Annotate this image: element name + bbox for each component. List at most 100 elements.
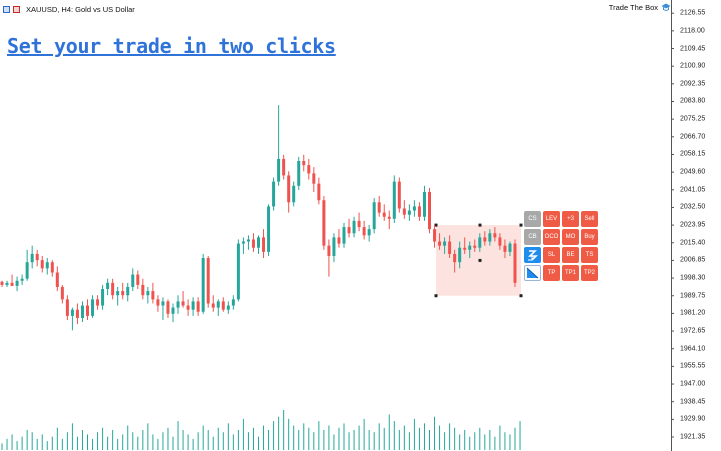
candle-body: [136, 274, 140, 285]
panel-button-3[interactable]: +3: [562, 211, 579, 227]
price-label: 2126.55: [680, 9, 706, 17]
candle-body: [40, 260, 44, 269]
candle-body: [317, 183, 321, 201]
panel-button-label: TP2: [583, 270, 595, 276]
candle-body: [503, 245, 507, 252]
panel-button-label: BE: [566, 252, 575, 258]
candle-body: [25, 262, 29, 279]
candle-body: [387, 216, 391, 219]
candle-body: [60, 286, 64, 300]
price-label: 2100.90: [680, 62, 706, 70]
candle-body: [297, 160, 301, 186]
candle-body: [402, 208, 406, 215]
chart-icon[interactable]: [13, 5, 20, 13]
candle-body: [126, 286, 130, 296]
candle-body: [161, 301, 165, 306]
candle-body: [267, 206, 271, 252]
candle-body: [417, 206, 421, 217]
candle-body: [226, 305, 230, 310]
candle-body: [141, 284, 145, 296]
panel-button-lev[interactable]: LEV: [543, 211, 560, 227]
box-handle[interactable]: [478, 223, 482, 227]
candle-body: [86, 305, 89, 316]
candle-body: [322, 200, 326, 246]
panel-button-label: OCO: [544, 234, 559, 240]
candle-body: [116, 291, 120, 296]
candle-body: [246, 239, 250, 242]
price-label: 1921.35: [680, 433, 706, 441]
candle-body: [392, 181, 396, 219]
panel-button-ts[interactable]: TS: [581, 247, 598, 263]
candle-body: [186, 305, 190, 310]
panel-button-tp1[interactable]: TP1: [562, 265, 579, 281]
candle-body: [372, 202, 376, 230]
panel-button-label: TP: [547, 270, 556, 276]
candle-body: [377, 202, 381, 213]
candle-body: [176, 301, 180, 308]
price-label: 1989.75: [680, 292, 706, 300]
candle-body: [478, 237, 482, 248]
candle-body: [312, 173, 316, 184]
box-handle[interactable]: [519, 223, 523, 227]
panel-button-label: TS: [585, 252, 594, 258]
price-label: 2006.85: [680, 256, 706, 264]
candle-body: [337, 237, 341, 244]
panel-button-mo[interactable]: MO: [562, 229, 579, 245]
candle-body: [342, 227, 346, 244]
panel-button-buy[interactable]: Buy: [581, 229, 598, 245]
candle-body: [151, 291, 155, 300]
candle-body: [292, 185, 296, 203]
box-handle[interactable]: [434, 294, 438, 298]
chart-area[interactable]: [0, 0, 721, 451]
candle-body: [181, 301, 185, 306]
graduation-cap-icon: [661, 3, 671, 11]
panel-button-label: LEV: [545, 216, 558, 222]
panel-button-be[interactable]: BE: [562, 247, 579, 263]
panel-button-label: Buy: [584, 234, 595, 240]
panel-button-oco[interactable]: OCO: [543, 229, 560, 245]
panel-button-tp2[interactable]: TP2: [581, 265, 598, 281]
candle-body: [111, 282, 115, 296]
panel-button-sl[interactable]: SL: [543, 247, 560, 263]
candle-body: [508, 243, 512, 252]
candle-body: [236, 243, 240, 300]
panel-button-tp[interactable]: TP: [543, 265, 560, 281]
candle-body: [50, 262, 54, 273]
window-title-bar: XAUUSD, H4: Gold vs US Dollar: [3, 3, 135, 15]
candle-body: [473, 245, 477, 248]
candle-body: [96, 299, 100, 306]
price-label: 2015.40: [680, 239, 706, 247]
auto-trade-button[interactable]: [524, 247, 541, 263]
candle-body: [468, 245, 472, 250]
panel-button-label: MO: [565, 234, 576, 240]
price-label: 1998.30: [680, 274, 706, 282]
window-icon[interactable]: [3, 5, 10, 13]
candle-body: [347, 227, 351, 234]
candle-body: [443, 241, 447, 246]
draw-box-button[interactable]: [524, 265, 541, 281]
panel-button-label: Sell: [584, 216, 595, 222]
price-label: 1947.00: [680, 380, 706, 388]
price-label: 2092.35: [680, 80, 706, 88]
panel-button-sell[interactable]: Sell: [581, 211, 598, 227]
box-handle[interactable]: [478, 258, 482, 262]
candle-body: [211, 303, 215, 308]
panel-button-label: CB: [528, 234, 537, 240]
candle-body: [302, 160, 306, 166]
candle-body: [55, 272, 59, 287]
candle-body: [428, 191, 431, 230]
brand-label: Trade The Box: [609, 3, 671, 12]
candlestick-chart[interactable]: [0, 0, 721, 451]
lightning-icon: [528, 250, 538, 261]
candle-body: [15, 280, 19, 286]
box-handle[interactable]: [519, 294, 523, 298]
panel-button-label: CS: [528, 216, 537, 222]
price-label: 1938.45: [680, 398, 706, 406]
candle-body: [397, 181, 401, 209]
candle-body: [453, 253, 457, 263]
candle-body: [0, 281, 4, 285]
candle-body: [166, 301, 170, 314]
candle-body: [201, 258, 205, 312]
panel-button-cs[interactable]: CS: [524, 211, 541, 227]
panel-button-cb[interactable]: CB: [524, 229, 541, 245]
